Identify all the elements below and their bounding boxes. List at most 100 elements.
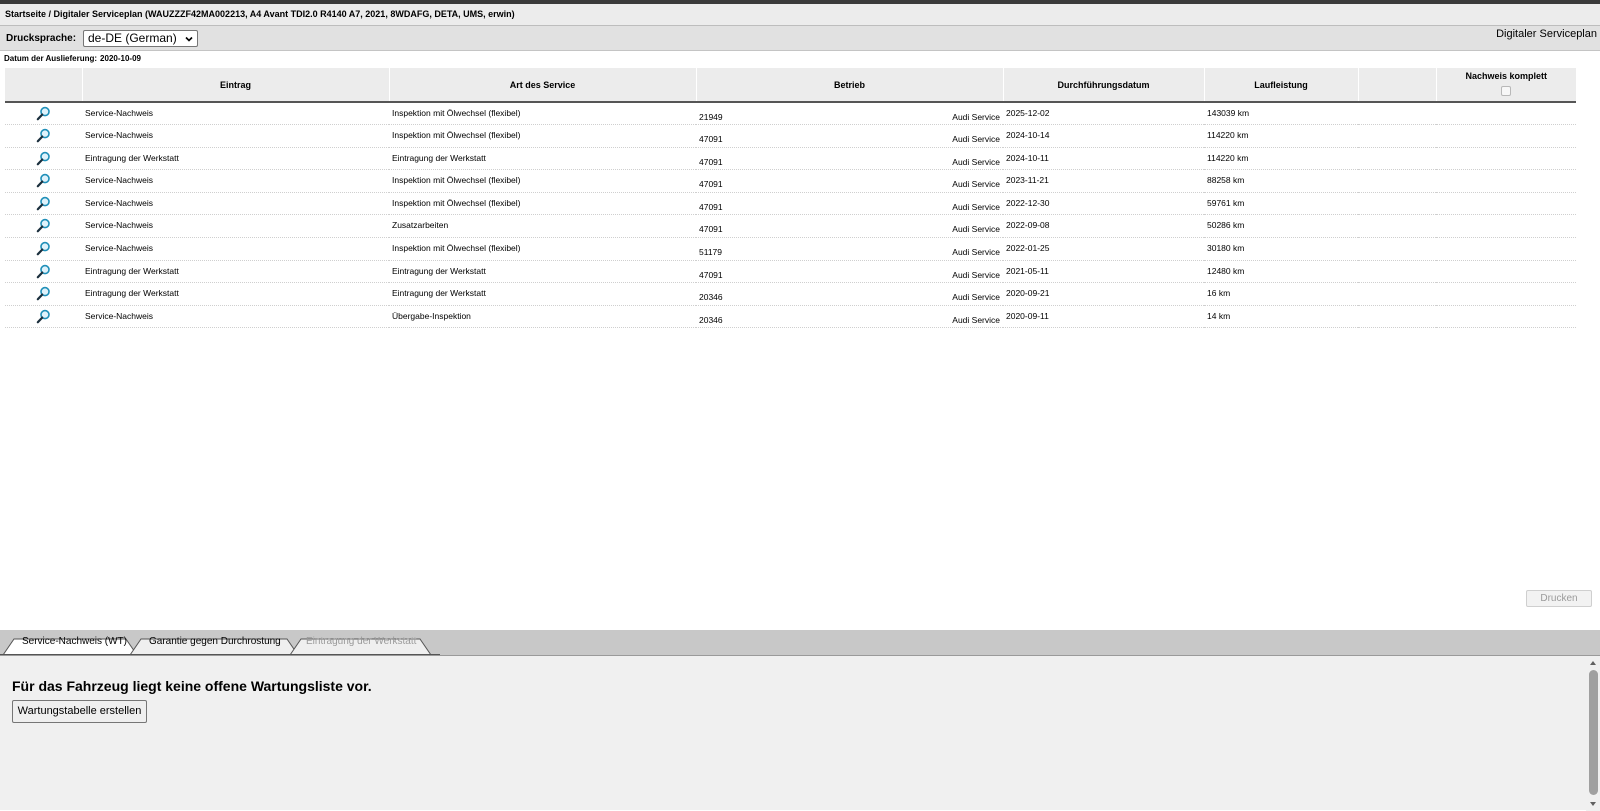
module-title: Digitaler Serviceplan — [1496, 28, 1597, 40]
cell-entry: Eintragung der Werkstatt — [82, 282, 389, 306]
magnifier-icon[interactable] — [36, 264, 51, 279]
header-workshop[interactable]: Betrieb — [695, 68, 1003, 103]
table-row[interactable]: Service-Nachweis Inspektion mit Ölwechsel… — [5, 169, 1576, 193]
magnifier-icon[interactable] — [36, 196, 51, 211]
magnifier-icon[interactable] — [36, 309, 51, 324]
table-row[interactable]: Service-Nachweis Zusatzarbeiten 47091 Audi … — [5, 214, 1576, 239]
workshop-name: Audi Service — [952, 314, 1000, 325]
magnifier-icon[interactable] — [36, 286, 51, 301]
cell-proof-complete — [1436, 147, 1576, 171]
cell-entry: Service-Nachweis — [82, 214, 389, 239]
magnifier-icon[interactable] — [36, 218, 51, 233]
table-row[interactable]: Eintragung der Werkstatt Eintragung der W… — [5, 260, 1576, 284]
magnifier-icon[interactable] — [36, 128, 51, 143]
row-detail-cell[interactable] — [5, 192, 82, 216]
cell-service-type: Eintragung der Werkstatt — [389, 147, 696, 171]
header-mileage[interactable]: Laufleistung — [1203, 68, 1358, 103]
header-entry[interactable]: Eintrag — [81, 68, 389, 103]
row-detail-cell[interactable] — [5, 102, 82, 126]
workshop-code: 20346 — [699, 292, 723, 303]
tab-rust-warranty[interactable]: Garantie gegen Durchrostung — [149, 636, 281, 647]
service-history-table: Eintrag Art des Service Betrieb Durchfüh… — [5, 68, 1576, 329]
row-detail-cell[interactable] — [5, 169, 82, 193]
workshop-name: Audi Service — [952, 112, 1000, 122]
table-row[interactable]: Service-Nachweis Inspektion mit Ölwechsel… — [5, 102, 1576, 126]
cell-service-type: Inspektion mit Ölwechsel (flexibel) — [389, 124, 696, 148]
magnifier-icon[interactable] — [36, 106, 51, 121]
delivery-date-label: Datum der Auslieferung: — [4, 54, 98, 63]
table-row[interactable]: Service-Nachweis Übergabe-Inspektion 20346… — [5, 305, 1576, 329]
workshop-code: 51179 — [699, 247, 723, 258]
cell-mileage: 12480 km — [1204, 260, 1358, 284]
proof-complete-checkbox[interactable] — [1501, 86, 1512, 96]
cell-extra — [1358, 192, 1436, 216]
cell-service-type: Inspektion mit Ölwechsel (flexibel) — [389, 169, 696, 193]
workshop-code: 21949 — [699, 112, 723, 122]
table-row[interactable]: Service-Nachweis Inspektion mit Ölwechsel… — [5, 192, 1576, 216]
row-detail-cell[interactable] — [5, 124, 82, 148]
cell-workshop: 47091 Audi Service — [696, 147, 1003, 171]
maintenance-panel: Für das Fahrzeug liegt keine offene Wart… — [0, 655, 1600, 811]
magnifier-icon[interactable] — [36, 241, 51, 256]
row-detail-cell[interactable] — [5, 214, 82, 239]
cell-service-type: Eintragung der Werkstatt — [389, 282, 696, 306]
cell-proof-complete — [1436, 214, 1576, 239]
table-row[interactable]: Service-Nachweis Inspektion mit Ölwechsel… — [5, 124, 1576, 148]
cell-entry: Service-Nachweis — [82, 192, 389, 216]
cell-date: 2022-09-08 — [1003, 214, 1204, 239]
tab-service-proof[interactable]: Service-Nachweis (WT) — [22, 636, 127, 647]
table-header-row: Eintrag Art des Service Betrieb Durchfüh… — [5, 68, 1576, 103]
panel-scrollbar[interactable] — [1586, 656, 1600, 811]
cell-extra — [1358, 237, 1436, 261]
cell-workshop: 51179 Audi Service — [696, 237, 1003, 261]
row-detail-cell[interactable] — [5, 147, 82, 171]
cell-proof-complete — [1436, 305, 1576, 329]
cell-service-type: Übergabe-Inspektion — [389, 305, 696, 329]
header-proof-complete-label: Nachweis komplett — [1465, 71, 1548, 81]
cell-mileage: 14 km — [1204, 305, 1358, 329]
scroll-up-icon[interactable] — [1589, 659, 1597, 667]
cell-extra — [1358, 305, 1436, 329]
cell-date: 2021-05-11 — [1003, 260, 1204, 284]
cell-extra — [1358, 147, 1436, 171]
scroll-down-icon[interactable] — [1589, 800, 1597, 808]
header-date[interactable]: Durchführungsdatum — [1002, 68, 1204, 103]
header-icon-column — [5, 68, 82, 103]
cell-proof-complete — [1436, 260, 1576, 284]
workshop-name: Audi Service — [952, 269, 1000, 280]
magnifier-icon[interactable] — [36, 151, 51, 166]
table-row[interactable]: Eintragung der Werkstatt Eintragung der W… — [5, 282, 1576, 306]
row-detail-cell[interactable] — [5, 260, 82, 284]
cell-proof-complete — [1436, 124, 1576, 148]
breadcrumb: Startseite / Digitaler Serviceplan (WAUZ… — [0, 4, 1600, 26]
cell-mileage: 50286 km — [1204, 214, 1358, 239]
create-maintenance-table-button[interactable]: Wartungstabelle erstellen — [12, 700, 147, 723]
toolbar: Drucksprache: de-DE (German) Digitaler S… — [0, 26, 1600, 51]
row-detail-cell[interactable] — [5, 237, 82, 261]
cell-extra — [1358, 282, 1436, 306]
print-language-select[interactable]: de-DE (German) — [83, 30, 198, 47]
table-row[interactable]: Eintragung der Werkstatt Eintragung der W… — [5, 147, 1576, 171]
cell-mileage: 16 km — [1204, 282, 1358, 306]
delivery-date-value: 2020-10-09 — [100, 54, 141, 63]
cell-workshop: 47091 Audi Service — [696, 124, 1003, 148]
table-row[interactable]: Service-Nachweis Inspektion mit Ölwechsel… — [5, 237, 1576, 261]
workshop-name: Audi Service — [952, 156, 1000, 167]
magnifier-icon[interactable] — [36, 173, 51, 188]
cell-service-type: Inspektion mit Ölwechsel (flexibel) — [389, 237, 696, 261]
cell-entry: Service-Nachweis — [82, 305, 389, 329]
cell-mileage: 59761 km — [1204, 192, 1358, 216]
cell-entry: Service-Nachweis — [82, 237, 389, 261]
scroll-thumb[interactable] — [1589, 670, 1598, 795]
row-detail-cell[interactable] — [5, 305, 82, 329]
cell-proof-complete — [1436, 102, 1576, 126]
workshop-code: 47091 — [699, 269, 723, 280]
chevron-down-icon — [185, 36, 193, 42]
cell-date: 2023-11-21 — [1003, 169, 1204, 193]
workshop-code: 47091 — [699, 201, 723, 212]
tab-workshop-entry[interactable]: Eintragung der Werkstatt — [306, 636, 416, 647]
print-button[interactable]: Drucken — [1526, 590, 1592, 607]
header-service-type[interactable]: Art des Service — [388, 68, 696, 103]
cell-date: 2022-12-30 — [1003, 192, 1204, 216]
row-detail-cell[interactable] — [5, 282, 82, 306]
